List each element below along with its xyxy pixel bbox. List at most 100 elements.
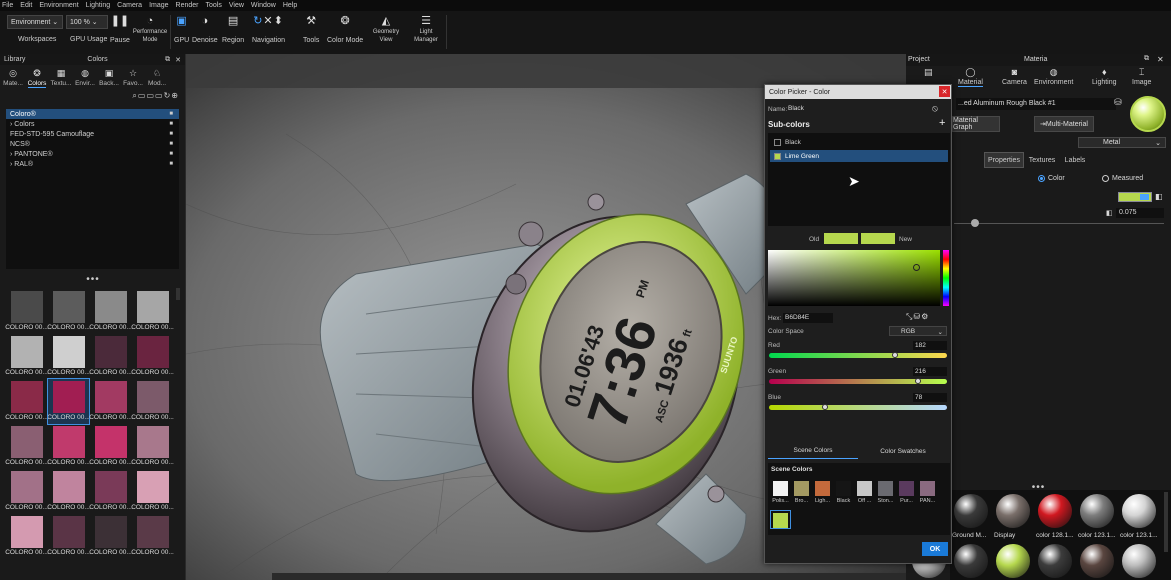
material-tab-camera[interactable]: ◙ Camera — [1002, 67, 1027, 86]
workspaces-button[interactable]: Workspaces — [18, 36, 56, 43]
menu-item-window[interactable]: Window — [251, 2, 276, 9]
material-tab-lighting[interactable]: ♦ Lighting — [1092, 67, 1117, 86]
gpu-usage-button[interactable]: GPU Usage — [70, 36, 107, 43]
material-tab-material[interactable]: ◯ Material — [958, 67, 983, 87]
color-swatch-item[interactable]: COLORO 00... — [131, 289, 174, 334]
color-swatch-item[interactable]: COLORO 00... — [131, 379, 174, 424]
texture-icon[interactable]: ◧ — [1155, 192, 1163, 201]
add-subcolor-icon[interactable]: + — [939, 117, 945, 129]
subcolor-item[interactable]: Black — [770, 136, 948, 148]
blue-value-field[interactable]: 78 — [913, 393, 947, 402]
color-swatch-item[interactable]: COLORO 00... — [47, 334, 90, 379]
folder-open-icon[interactable]: ▭ — [155, 91, 164, 100]
library-tree-item[interactable]: FED-STD-595 Camouflage ■ — [6, 129, 179, 139]
menu-item-file[interactable]: File — [2, 2, 13, 9]
library-tree-item[interactable]: › PANTONE® ■ — [6, 149, 179, 159]
menu-item-edit[interactable]: Edit — [20, 2, 32, 9]
color-swatch-item[interactable]: COLORO 00... — [89, 514, 132, 559]
light-manager-button[interactable]: ☰ Light Manager — [410, 14, 442, 44]
library-tab-1[interactable]: ❂ Colors — [26, 68, 48, 91]
float-icon[interactable]: ⧉ — [165, 56, 170, 64]
diffuse-color-swatch[interactable] — [1118, 192, 1152, 202]
close-icon[interactable]: ✕ — [939, 86, 950, 97]
color-field-marker[interactable] — [913, 264, 920, 271]
color-swatch-item[interactable]: COLORO 00... — [47, 514, 90, 559]
color-swatch-item[interactable]: COLORO 00... — [131, 334, 174, 379]
zoom-select[interactable]: 100 % ⌄ — [66, 15, 108, 29]
library-tab-0[interactable]: ◎ Mate... — [2, 68, 24, 91]
region-button[interactable]: ▤ Region — [222, 14, 244, 44]
hue-slider[interactable] — [943, 250, 949, 306]
environment-select[interactable]: Environment ⌄ — [7, 15, 63, 29]
color-swatch-item[interactable]: COLORO 00... — [5, 514, 48, 559]
swatch-scrollbar[interactable] — [176, 288, 180, 300]
tab-textures[interactable]: Textures — [1024, 152, 1060, 168]
close-icon[interactable]: ✕ — [175, 56, 181, 64]
subcolor-item[interactable]: Lime Green — [770, 150, 948, 162]
navigation-button[interactable]: ↻✕⬍ Navigation — [252, 14, 285, 44]
color-swatch-item[interactable]: COLORO 00... — [89, 334, 132, 379]
green-value-field[interactable]: 216 — [913, 367, 947, 376]
material-ball[interactable] — [954, 544, 988, 578]
performance-mode-button[interactable]: ◔ Performance Mode — [130, 14, 170, 44]
color-space-select[interactable]: RGB ⌄ — [889, 326, 947, 336]
color-swatch-item[interactable]: COLORO 00... — [131, 514, 174, 559]
add-circle-icon[interactable]: ⊕ — [171, 91, 179, 100]
material-type-select[interactable]: Metal ⌄ — [1078, 137, 1166, 148]
menu-item-image[interactable]: Image — [149, 2, 168, 9]
red-slider[interactable] — [769, 353, 947, 358]
color-mode-button[interactable]: ❂ Color Mode — [327, 14, 363, 44]
picker-tools-icons[interactable]: ⤡⛁⚙ — [906, 312, 929, 322]
material-ball[interactable] — [1038, 494, 1072, 528]
radio-measured[interactable]: Measured — [1102, 175, 1143, 182]
scene-color-item[interactable]: PAN... — [918, 481, 937, 504]
tab-properties[interactable]: Properties — [984, 152, 1024, 168]
scene-tree-icon[interactable]: ▤ — [924, 67, 933, 78]
radio-color[interactable]: Color — [1038, 175, 1065, 182]
menu-item-tools[interactable]: Tools — [206, 2, 222, 9]
library-tree-item[interactable]: › RAL® ■ — [6, 159, 179, 169]
roughness-slider-knob[interactable] — [971, 219, 979, 227]
color-swatch-item[interactable]: COLORO 00... — [131, 424, 174, 469]
scene-color-item[interactable]: Off ... — [855, 481, 874, 504]
red-slider-knob[interactable] — [891, 352, 898, 358]
tab-labels[interactable]: Labels — [1060, 152, 1090, 168]
color-swatch-item[interactable]: COLORO 00... — [5, 469, 48, 514]
color-swatch-item[interactable]: COLORO 00... — [47, 424, 90, 469]
color-swatch-item[interactable]: COLORO 00... — [131, 469, 174, 514]
menu-item-camera[interactable]: Camera — [117, 2, 142, 9]
library-tab-6[interactable]: ♘ Mod... — [146, 68, 168, 91]
material-ball[interactable] — [1080, 544, 1114, 578]
color-swatch-item[interactable]: COLORO 00... — [47, 289, 90, 334]
material-ball[interactable] — [996, 544, 1030, 578]
geometry-view-button[interactable]: ◭ Geometry View — [369, 14, 403, 44]
material-ball[interactable] — [996, 494, 1030, 528]
library-tab-5[interactable]: ☆ Favo... — [122, 68, 144, 91]
material-ball[interactable] — [954, 494, 988, 528]
color-swatch-item[interactable]: COLORO 00... — [89, 469, 132, 514]
scene-color-lime[interactable] — [770, 510, 791, 529]
color-swatch-item[interactable]: COLORO 00... — [5, 334, 48, 379]
float-icon[interactable]: ⧉ — [1144, 55, 1149, 63]
scene-color-item[interactable]: Ston... — [876, 481, 895, 504]
roughness-field[interactable]: 0.075 — [1116, 208, 1164, 218]
menu-item-lighting[interactable]: Lighting — [86, 2, 111, 9]
denoise-button[interactable]: ◑ Denoise — [192, 14, 218, 44]
library-tree-item[interactable]: › Colors ■ — [6, 119, 179, 129]
library-tree-item[interactable]: NCS® ■ — [6, 139, 179, 149]
splitter-dots[interactable]: ••• — [0, 275, 186, 286]
library-tree-item[interactable]: Coloro® ■ — [6, 109, 179, 119]
red-value-field[interactable]: 182 — [913, 341, 947, 350]
close-icon[interactable]: ✕ — [1157, 55, 1164, 64]
folder-add-icon[interactable]: ▭ — [146, 91, 155, 100]
color-swatch-item[interactable]: COLORO 00... — [5, 379, 48, 424]
scene-color-item[interactable]: Bro... — [792, 481, 811, 504]
material-tab-image[interactable]: ⌶ Image — [1132, 67, 1151, 86]
menu-item-view[interactable]: View — [229, 2, 244, 9]
roughness-slider-track[interactable] — [954, 223, 1164, 224]
material-graph-button[interactable]: Material Graph — [952, 116, 1000, 132]
tab-color-swatches[interactable]: Color Swatches — [858, 443, 948, 459]
library-tab-4[interactable]: ▣ Back... — [98, 68, 120, 91]
color-swatch-item[interactable]: COLORO 00... — [5, 289, 48, 334]
multi-material-button[interactable]: ⇥ Multi-Material — [1034, 116, 1094, 132]
